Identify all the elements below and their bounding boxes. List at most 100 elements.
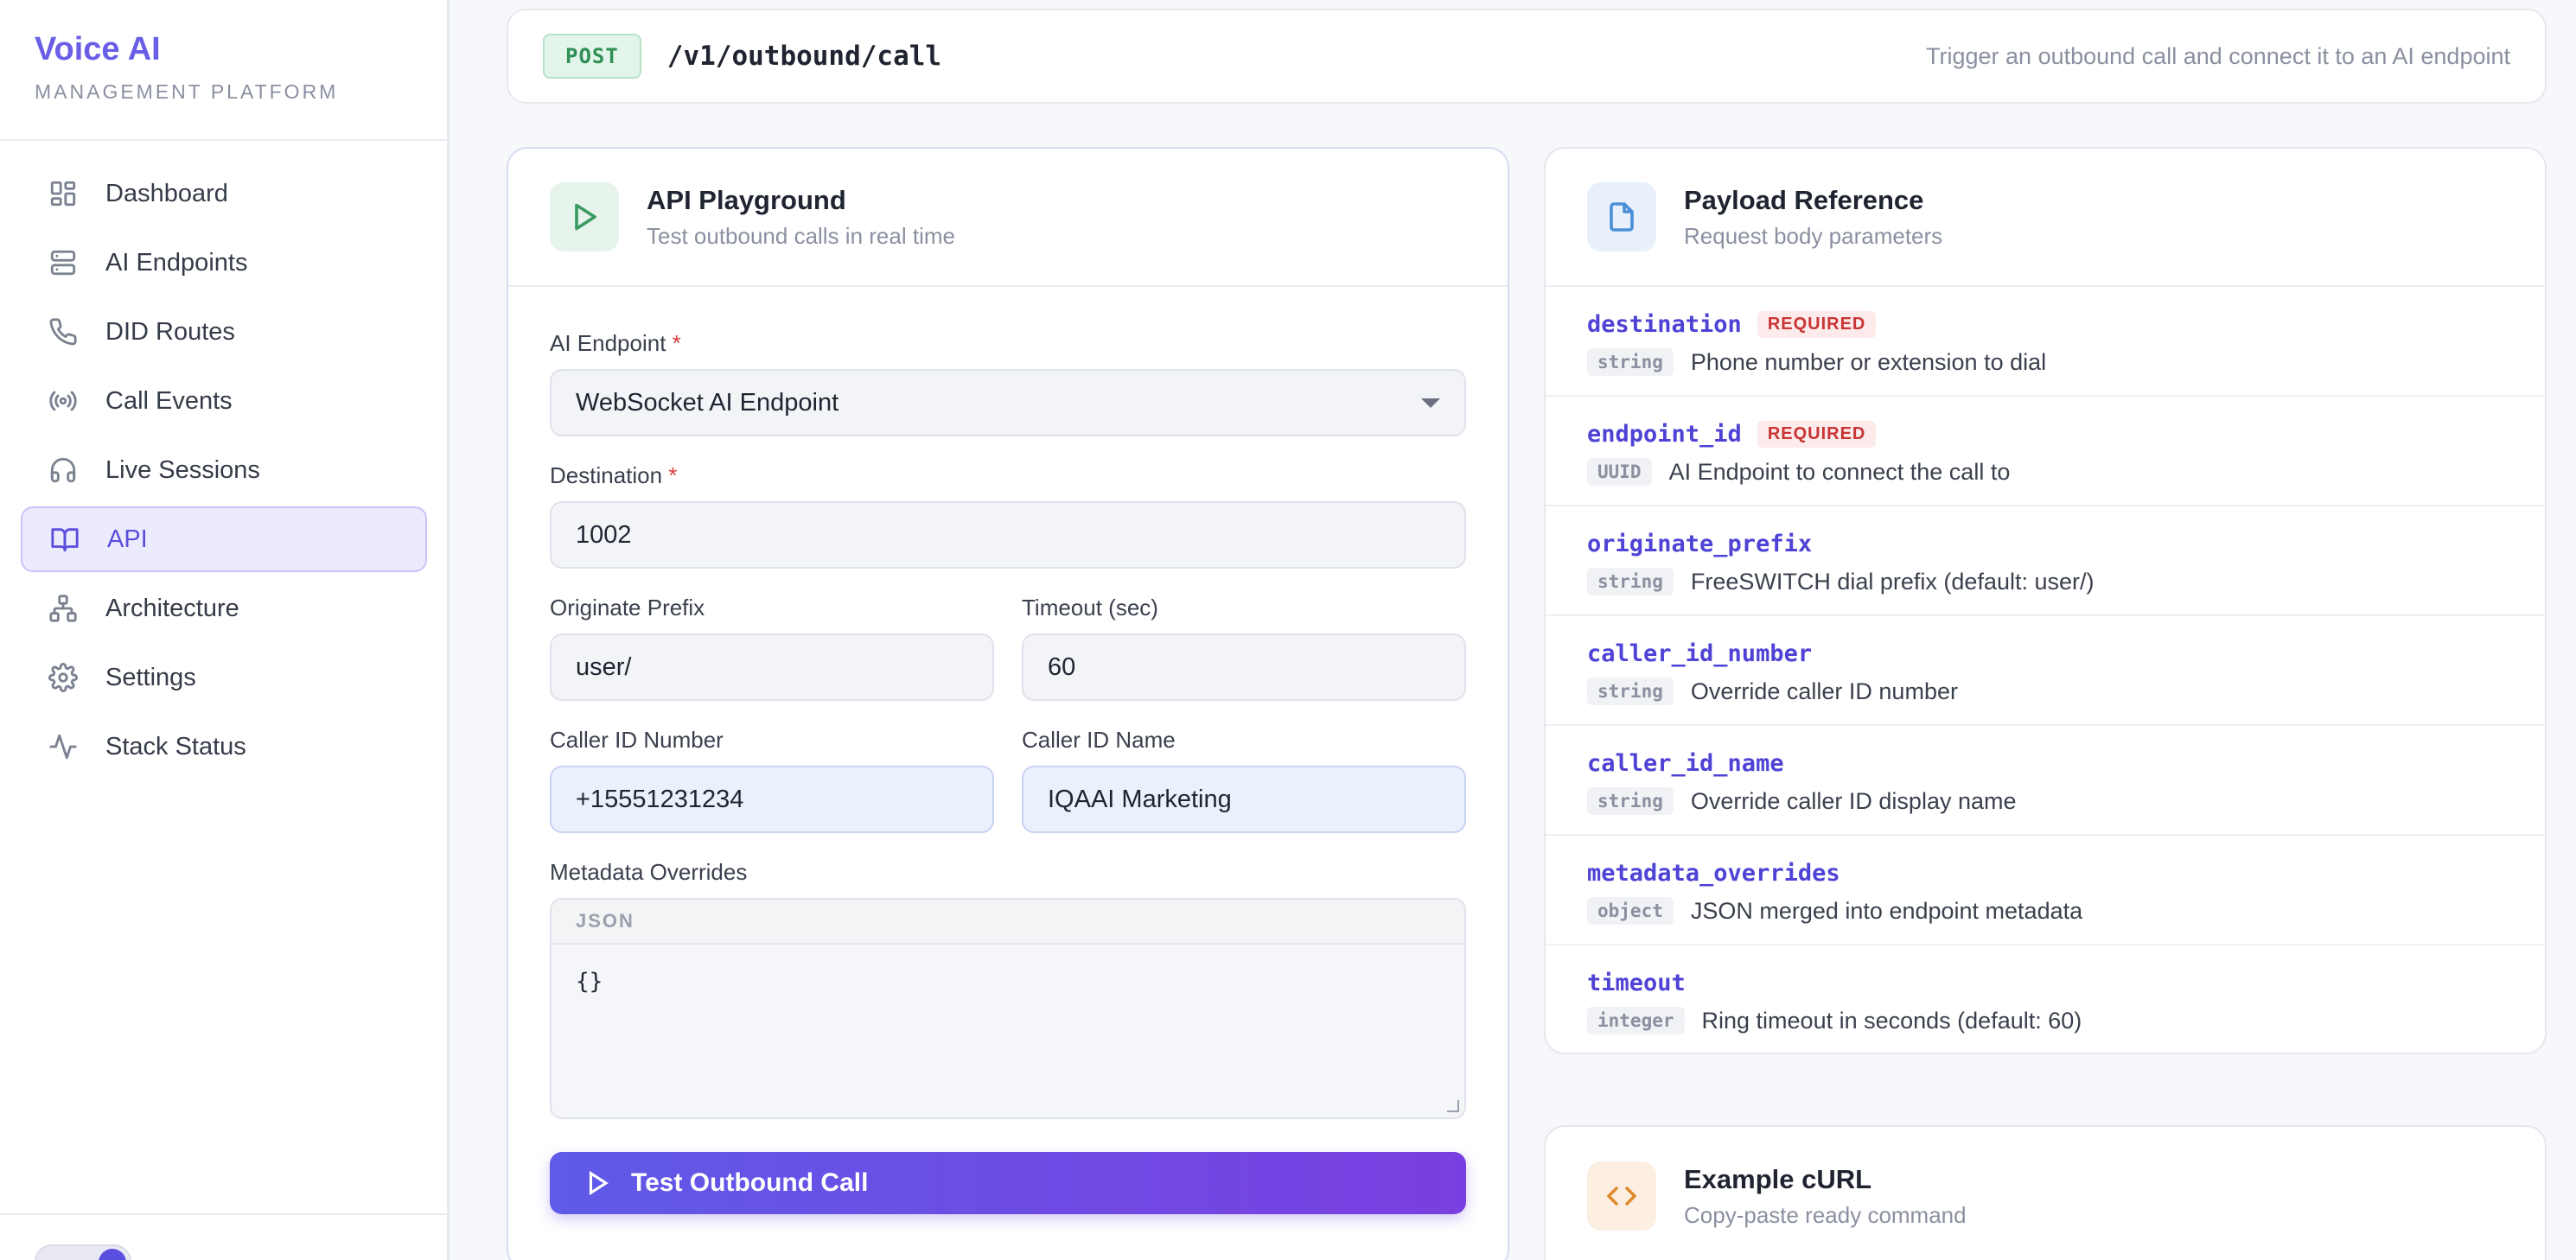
sidebar-nav: Dashboard AI Endpoints DID Routes Call E… [21,161,427,783]
sidebar-item-label: Live Sessions [105,455,260,484]
sidebar-divider [0,139,447,141]
metadata-value: {} [576,969,603,995]
required-mark: * [672,330,681,356]
sidebar-item-label: Dashboard [105,179,228,207]
metadata-editor: JSON {} [550,898,1466,1119]
prefix-timeout-row: Originate Prefix user/ Timeout (sec) 60 [550,595,1466,727]
sidebar-item-call-events[interactable]: Call Events [21,368,427,434]
param-list: destination REQUIRED string Phone number o… [1546,287,2545,1053]
brand: Voice AI MANAGEMENT PLATFORM [35,31,338,104]
param-row: originate_prefix string FreeSWITCH dial p… [1546,506,2545,616]
param-description: FreeSWITCH dial prefix (default: user/) [1690,568,2095,595]
activity-icon [47,730,80,763]
broadcast-icon [47,385,80,417]
caller-id-row: Caller ID Number +15551231234 Caller ID … [550,727,1466,859]
brand-title: Voice AI [35,31,161,67]
sidebar-item-did-routes[interactable]: DID Routes [21,299,427,365]
endpoint-description: Trigger an outbound call and connect it … [1926,42,2510,69]
param-row: timeout integer Ring timeout in seconds (… [1546,945,2545,1053]
param-name: caller_id_name [1587,750,1784,777]
destination-input[interactable]: 1002 [550,501,1466,569]
timeout-value: 60 [1048,652,1076,681]
chevron-down-icon [1421,398,1440,408]
api-playground-card: API Playground Test outbound calls in re… [507,147,1509,1260]
metadata-overrides-label: Metadata Overrides [550,859,748,885]
param-row: destination REQUIRED string Phone number o… [1546,287,2545,397]
required-mark: * [668,462,678,488]
file-icon [1587,182,1656,251]
sidebar-footer-divider [0,1213,447,1215]
param-row: caller_id_number string Override caller I… [1546,616,2545,726]
param-name: endpoint_id [1587,421,1742,448]
headphones-icon [47,454,80,487]
param-name: destination [1587,311,1742,338]
caller-id-name-input[interactable]: IQAAI Marketing [1022,766,1466,833]
sidebar: Voice AI MANAGEMENT PLATFORM Dashboard A… [0,0,450,1260]
caller-id-number-label: Caller ID Number [550,727,724,753]
label-text: Destination [550,462,663,488]
sidebar-item-live-sessions[interactable]: Live Sessions [21,437,427,503]
timeout-label: Timeout (sec) [1022,595,1158,620]
sidebar-item-label: DID Routes [105,317,235,346]
destination-value: 1002 [576,520,632,549]
caller-id-name-value: IQAAI Marketing [1048,785,1232,813]
ai-endpoint-label: AI Endpoint * [550,330,1466,357]
payload-reference-card: Payload Reference Request body parameter… [1544,147,2547,1054]
type-badge: object [1587,897,1674,925]
curl-header: Example cURL Copy-paste ready command [1546,1127,2545,1260]
originate-prefix-input[interactable]: user/ [550,633,994,701]
type-badge: string [1587,787,1674,815]
brand-subtitle: MANAGEMENT PLATFORM [35,80,339,103]
caller-id-number-value: +15551231234 [576,785,744,813]
type-badge: string [1587,568,1674,595]
label-text: AI Endpoint [550,330,666,356]
ai-endpoint-value: WebSocket AI Endpoint [576,388,839,417]
server-icon [47,246,80,279]
curl-subtitle: Copy-paste ready command [1684,1201,1967,1228]
endpoint-path: /v1/outbound/call [666,41,942,72]
toggle-knob [99,1249,126,1260]
payload-header: Payload Reference Request body parameter… [1546,149,2545,287]
param-name: caller_id_number [1587,640,1813,667]
book-icon [48,523,81,556]
sidebar-item-api[interactable]: API [21,506,427,572]
grid-icon [47,177,80,210]
sidebar-item-settings[interactable]: Settings [21,645,427,710]
metadata-textarea[interactable]: {} [552,945,1464,1117]
submit-label: Test Outbound Call [631,1168,869,1197]
type-badge: integer [1587,1007,1685,1034]
caller-id-number-input[interactable]: +15551231234 [550,766,994,833]
param-name: metadata_overrides [1587,860,1840,887]
param-name: timeout [1587,970,1686,996]
destination-label: Destination * [550,462,1466,489]
ai-endpoint-select[interactable]: WebSocket AI Endpoint [550,369,1466,436]
type-badge: string [1587,678,1674,705]
sidebar-item-dashboard[interactable]: Dashboard [21,161,427,226]
sidebar-item-ai-endpoints[interactable]: AI Endpoints [21,230,427,296]
caller-id-name-label: Caller ID Name [1022,727,1176,753]
param-name: originate_prefix [1587,531,1813,557]
originate-prefix-value: user/ [576,652,632,681]
param-description: Override caller ID number [1690,678,1958,704]
timeout-input[interactable]: 60 [1022,633,1466,701]
sidebar-item-stack-status[interactable]: Stack Status [21,714,427,780]
phone-icon [47,315,80,348]
sidebar-item-architecture[interactable]: Architecture [21,576,427,641]
curl-title: Example cURL [1684,1163,1872,1194]
playground-title: API Playground [647,184,846,215]
param-row: endpoint_id REQUIRED UUID AI Endpoint to c… [1546,397,2545,506]
originate-prefix-label: Originate Prefix [550,595,705,620]
payload-subtitle: Request body parameters [1684,222,1943,249]
outbound-call-form: AI Endpoint * WebSocket AI Endpoint Dest… [508,287,1508,1214]
param-description: Ring timeout in seconds (default: 60) [1701,1007,2082,1034]
theme-toggle[interactable] [35,1244,131,1260]
param-description: AI Endpoint to connect the call to [1668,458,2011,485]
sidebar-item-label: Settings [105,663,196,691]
resize-handle[interactable] [1447,1100,1459,1112]
sidebar-item-label: Stack Status [105,732,246,760]
required-badge: REQUIRED [1757,311,1877,338]
network-icon [47,592,80,625]
test-outbound-call-button[interactable]: Test Outbound Call [550,1152,1466,1214]
param-row: metadata_overrides object JSON merged int… [1546,836,2545,945]
playground-subtitle: Test outbound calls in real time [647,222,955,249]
